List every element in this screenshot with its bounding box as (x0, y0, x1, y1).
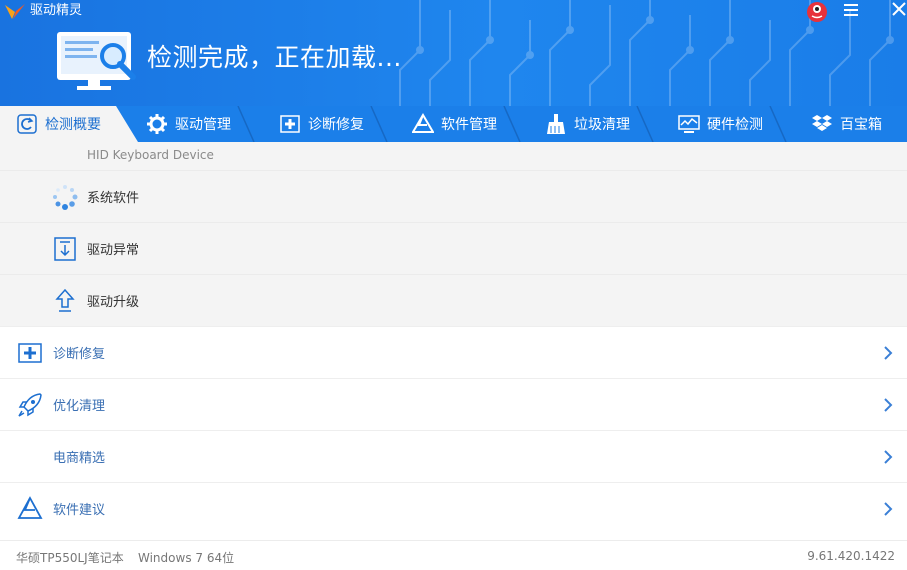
device-model: 华硕TP550LJ笔记本 (16, 551, 124, 565)
scan-monitor-icon (57, 32, 136, 90)
scan-item-label: 系统软件 (87, 191, 140, 206)
tab-separator (237, 106, 255, 142)
os-version: Windows 7 64位 (138, 551, 235, 565)
section-label: 软件建议 (53, 503, 106, 518)
tab-hardware-check[interactable]: 硬件检测 (678, 106, 763, 142)
triangle-app-icon (412, 113, 434, 133)
section-ecommerce-picks[interactable]: 电商精选 (0, 430, 907, 482)
upload-arrow-icon (55, 288, 75, 312)
status-bar: 华硕TP550LJ笔记本 Windows 7 64位 9.61.420.1422 (0, 540, 907, 570)
monitor-chart-icon (678, 115, 700, 133)
scan-item-label: 驱动升级 (87, 295, 140, 310)
section-optimize-cleanup[interactable]: 优化清理 (0, 378, 907, 430)
tab-label: 驱动管理 (175, 117, 231, 133)
tab-label: 垃圾清理 (574, 117, 630, 133)
chevron-right-icon[interactable] (883, 501, 893, 517)
menu-icon[interactable] (843, 2, 859, 18)
chevron-right-icon[interactable] (883, 449, 893, 465)
mascot-avatar-icon[interactable] (806, 0, 828, 22)
download-box-icon (54, 237, 76, 261)
tab-diagnose-repair[interactable]: 诊断修复 (279, 106, 364, 142)
section-diagnose-repair[interactable]: 诊断修复 (0, 326, 907, 378)
tab-label: 检测概要 (45, 117, 101, 133)
tab-driver-management[interactable]: 驱动管理 (146, 106, 231, 142)
tab-separator (370, 106, 388, 142)
chevron-right-icon[interactable] (883, 345, 893, 361)
dropbox-icon (812, 115, 832, 131)
close-icon[interactable] (892, 2, 906, 16)
scan-item-system-software: 系统软件 (0, 170, 907, 222)
refresh-icon (17, 114, 37, 134)
app-version: 9.61.420.1422 (807, 549, 895, 563)
app-title: 驱动精灵 (30, 3, 83, 18)
medical-cross-icon (280, 115, 300, 133)
scan-item-driver-upgrade: 驱动升级 (0, 274, 907, 326)
tab-label: 硬件检测 (707, 117, 763, 133)
tab-software-management[interactable]: 软件管理 (412, 106, 497, 142)
app-header: 驱动精灵 检测完成，正在加载... (0, 0, 907, 106)
tab-label: 诊断修复 (308, 117, 364, 133)
loading-spinner-icon (53, 185, 78, 210)
tab-overview[interactable]: 检测概要 (16, 106, 101, 142)
tab-junk-cleanup[interactable]: 垃圾清理 (545, 106, 630, 142)
scan-item-driver-exception: 驱动异常 (0, 222, 907, 274)
rocket-icon (18, 393, 42, 417)
scan-status-text: 检测完成，正在加载... (147, 43, 402, 72)
section-label: 优化清理 (53, 399, 106, 414)
tab-label: 百宝箱 (840, 117, 882, 133)
scan-item-label: 驱动异常 (87, 243, 140, 258)
tab-separator (769, 106, 787, 142)
section-label: 电商精选 (53, 451, 106, 466)
section-label: 诊断修复 (53, 347, 106, 362)
section-software-suggestions[interactable]: 软件建议 (0, 482, 907, 534)
chevron-right-icon[interactable] (883, 397, 893, 413)
medical-cross-icon (18, 343, 42, 363)
tab-label: 软件管理 (441, 117, 497, 133)
triangle-app-icon (17, 496, 43, 519)
tab-separator (503, 106, 521, 142)
tab-toolbox[interactable]: 百宝箱 (811, 106, 882, 142)
tab-separator (636, 106, 654, 142)
gear-icon (147, 114, 167, 134)
current-device-label: HID Keyboard Device (87, 148, 214, 162)
broom-icon (547, 114, 565, 134)
app-logo-icon (5, 4, 25, 19)
